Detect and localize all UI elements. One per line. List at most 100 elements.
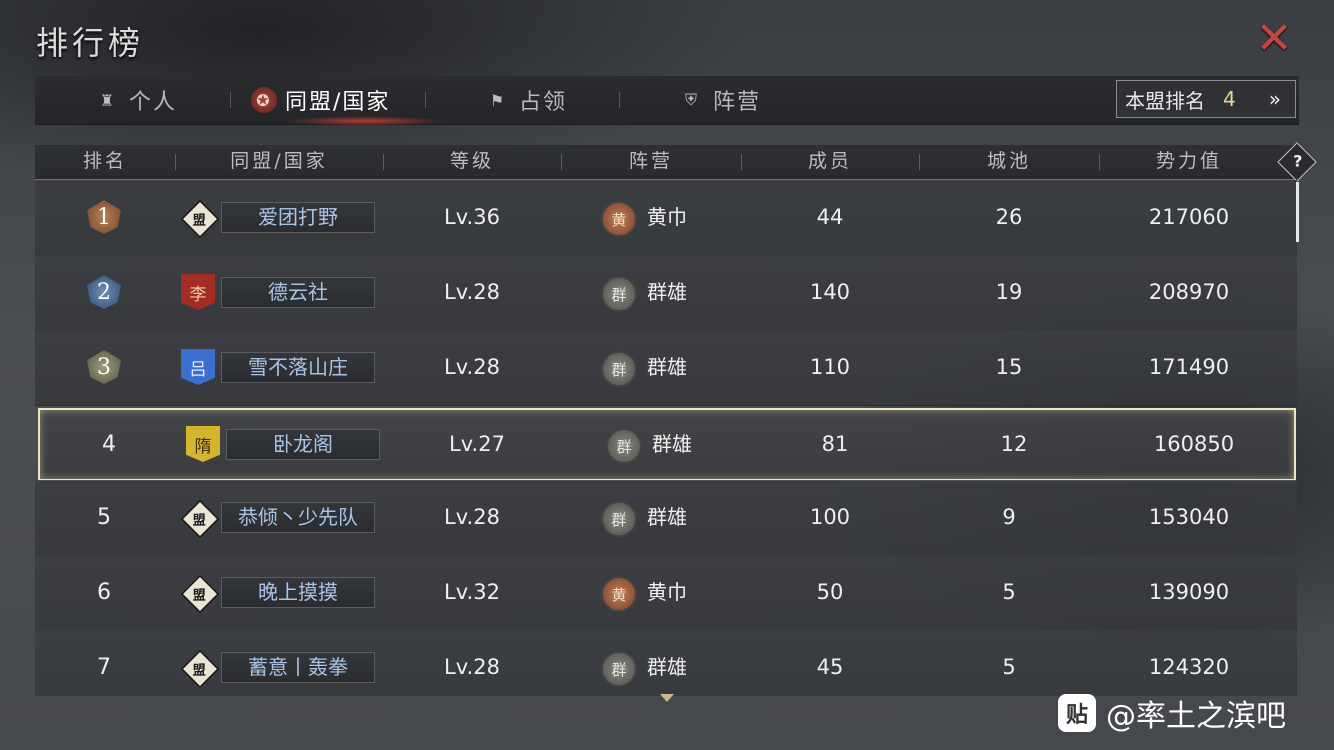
rank-badge-icon: 3 [87,350,121,384]
city-count: 9 [1002,505,1016,529]
table-row[interactable]: 7 盟蓄意丨轰拳 Lv.28 群群雄 45 5 124320 [35,630,1297,696]
tab-label: 阵营 [713,90,762,115]
camp-name: 黄巾 [647,205,687,229]
table-row[interactable]: 4 隋卧龙阁 Lv.27 群群雄 81 12 160850 [38,408,1296,481]
scroll-down-indicator-icon [660,694,674,702]
alliance-name[interactable]: 卧龙阁 [226,429,380,460]
power-value: 160850 [1153,432,1235,456]
camp-name: 群雄 [647,505,687,529]
col-cities: 城池 [986,150,1031,172]
alliance-name[interactable]: 德云社 [221,277,375,308]
my-rank-label: 本盟排名 [1125,88,1205,113]
tab-label: 个人 [129,90,178,115]
table-header: 排名 同盟/国家 等级 阵营 成员 城池 势力值 [35,145,1299,181]
power-value: 208970 [1148,280,1230,304]
camp-name: 群雄 [652,432,692,456]
alliance-name[interactable]: 雪不落山庄 [221,352,375,383]
alliance-flag-icon: 盟 [180,499,220,539]
power-value: 153040 [1148,505,1230,529]
rank-number: 5 [97,505,111,530]
faction-icon: ⛨ [684,90,699,109]
camp-name: 黄巾 [647,580,687,604]
city-count: 26 [995,205,1023,229]
camp-emblem-icon: 群 [601,651,637,687]
watermark-text: @率土之滨吧 [1106,699,1286,734]
col-alliance: 同盟/国家 [230,150,328,172]
table-row[interactable]: 1 盟爱团打野 Lv.36 黄黄巾 44 26 217060 [35,180,1297,256]
camp-emblem-icon: 群 [606,428,642,464]
alliance-level: Lv.36 [444,205,500,229]
power-value: 124320 [1148,655,1230,679]
member-count: 44 [816,205,844,229]
col-level: 等级 [449,150,494,172]
my-alliance-rank-button[interactable]: 本盟排名 4 » [1116,80,1296,118]
table-row[interactable]: 2 李德云社 Lv.28 群群雄 140 19 208970 [35,255,1297,331]
camp-emblem-icon: 群 [601,351,637,387]
col-camp: 阵营 [628,150,673,172]
rank-badge-icon: 1 [87,200,121,234]
camp-name: 群雄 [647,355,687,379]
col-rank: 排名 [82,150,127,172]
member-count: 110 [809,355,851,379]
power-value: 139090 [1148,580,1230,604]
my-rank-value: 4 [1223,87,1236,111]
member-count: 45 [816,655,844,679]
tab-bar: ♜ 个人 ✪ 同盟/国家 ⚑ 占领 ⛨ 阵营 [35,76,1299,126]
camp-name: 群雄 [647,280,687,304]
city-count: 19 [995,280,1023,304]
page-title: 排行榜 [36,24,145,62]
alliance-level: Lv.27 [449,432,505,456]
alliance-flag-icon: 盟 [180,649,220,689]
member-count: 100 [809,505,851,529]
close-icon[interactable]: ✕ [1254,17,1294,61]
col-members: 成员 [807,150,852,172]
member-count: 140 [809,280,851,304]
tab-label: 同盟/国家 [285,90,391,115]
member-count: 50 [816,580,844,604]
alliance-name[interactable]: 晚上摸摸 [221,577,375,608]
alliance-level: Lv.28 [444,655,500,679]
rank-number: 7 [97,655,111,680]
alliance-level: Lv.28 [444,505,500,529]
city-count: 5 [1002,655,1016,679]
tab-personal[interactable]: ♜ 个人 [95,76,177,124]
alliance-flag-icon: 吕 [181,349,215,385]
camp-emblem-icon: 群 [601,276,637,312]
col-power: 势力值 [1155,150,1222,172]
alliance-flag-icon: 隋 [186,426,220,462]
alliance-name[interactable]: 蓄意丨轰拳 [221,652,375,683]
city-count: 5 [1002,580,1016,604]
member-count: 81 [821,432,849,456]
table-row[interactable]: 5 盟恭倾丶少先队 Lv.28 群群雄 100 9 153040 [35,480,1297,556]
ranking-table: 1 盟爱团打野 Lv.36 黄黄巾 44 26 217060 2 李德云社 Lv.28 群群雄 140… [35,180,1299,696]
double-chevron-right-icon: » [1268,87,1281,111]
city-count: 12 [1000,432,1028,456]
alliance-flag-icon: 盟 [180,199,220,239]
city-count: 15 [995,355,1023,379]
alliance-level: Lv.28 [444,280,500,304]
camp-emblem-icon: 群 [601,501,637,537]
tab-label: 占领 [519,90,568,115]
rank-number: 6 [97,580,111,605]
camp-emblem-icon: 黄 [601,201,637,237]
scrollbar[interactable] [1296,182,1299,242]
alliance-name[interactable]: 恭倾丶少先队 [221,502,375,533]
watermark: 贴 @率土之滨吧 [1058,692,1286,734]
alliance-flag-icon: 盟 [180,574,220,614]
power-value: 217060 [1148,205,1230,229]
tab-occupation[interactable]: ⚑ 占领 [485,76,567,124]
alliance-name[interactable]: 爱团打野 [221,202,375,233]
person-icon: ♜ [99,90,117,110]
tieba-logo-icon: 贴 [1058,694,1096,732]
alliance-level: Lv.28 [444,355,500,379]
alliance-icon: ✪ [251,87,277,113]
rank-number: 4 [102,432,116,457]
flag-icon: ⚑ [489,90,507,110]
tab-faction[interactable]: ⛨ 阵营 [679,76,761,124]
table-row[interactable]: 3 吕雪不落山庄 Lv.28 群群雄 110 15 171490 [35,330,1297,406]
table-row[interactable]: 6 盟晚上摸摸 Lv.32 黄黄巾 50 5 139090 [35,555,1297,631]
alliance-flag-icon: 李 [181,274,215,310]
power-value: 171490 [1148,355,1230,379]
alliance-level: Lv.32 [444,580,500,604]
camp-emblem-icon: 黄 [601,576,637,612]
